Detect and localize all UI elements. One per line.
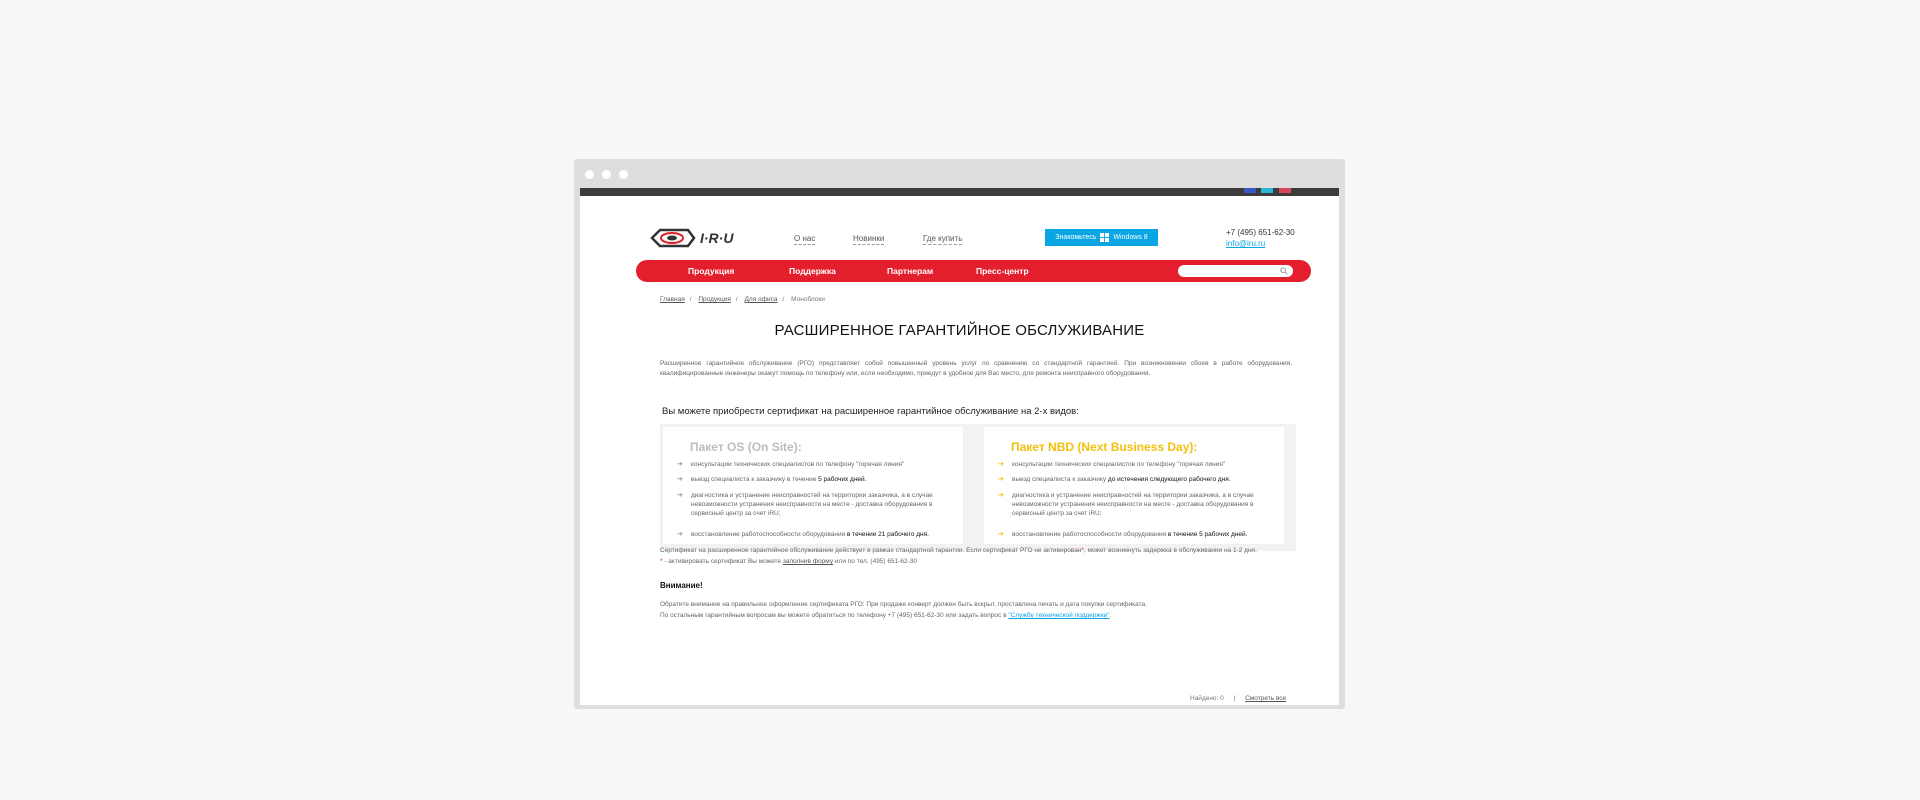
windows-icon [1100, 233, 1110, 242]
page-viewport: I·R·U О нас Новинки Где купить Знакомьте… [580, 188, 1339, 705]
arrow-icon: ➔ [998, 531, 1004, 538]
item-text: выезд специалиста к заказчику [1012, 476, 1108, 483]
list-item: ➔ выезд специалиста к заказчику в течение… [677, 475, 957, 484]
note-text: . [1109, 612, 1112, 619]
fill-form-link[interactable]: заполнив форму [783, 558, 833, 565]
item-text: восстановление работоспособности оборудо… [691, 531, 847, 538]
search-icon[interactable] [1280, 267, 1288, 275]
list-item: ➔ выезд специалиста к заказчику до истече… [998, 475, 1278, 484]
list-item: ➔ консультации технических специалистов п… [677, 460, 957, 469]
top-bar [580, 188, 1339, 196]
page-title: РАСШИРЕННОЕ ГАРАНТИЙНОЕ ОБСЛУЖИВАНИЕ [774, 322, 1145, 339]
certificate-note: Сертификат на расширенное гарантийное об… [660, 546, 1257, 555]
kz-flag-icon[interactable] [1261, 188, 1273, 193]
breadcrumb-office[interactable]: Для офиса [745, 296, 778, 303]
item-emphasis: до истечения следующего рабочего дня. [1107, 476, 1231, 483]
item-emphasis: 5 рабочих дней. [818, 476, 867, 483]
intro-text: Расширенное гарантийное обслуживание (РГ… [660, 360, 1292, 377]
uk-flag-icon[interactable] [1279, 188, 1291, 193]
item-text: восстановление работоспособности оборудо… [1012, 531, 1168, 538]
windows-btn-label: Знакомьтесь [1055, 234, 1097, 241]
package-nbd-title: Пакет NBD (Next Business Day): [1011, 440, 1198, 454]
arrow-icon: ➔ [677, 531, 683, 538]
item-text: консультации технических специалистов по… [1012, 461, 1226, 468]
breadcrumb-home[interactable]: Главная [660, 296, 685, 303]
breadcrumb-current: Моноблоки [791, 296, 825, 303]
arrow-icon: ➔ [677, 476, 683, 483]
warning-line-2: По остальным гарантийным вопросам вы мож… [660, 611, 1111, 620]
package-os-title: Пакет OS (On Site): [690, 440, 802, 454]
arrow-icon: ➔ [998, 492, 1004, 499]
packages-container: Пакет OS (On Site): ➔ консультации технич… [660, 424, 1296, 551]
note-text: или по тел. (495) 651-62-30 [833, 558, 918, 565]
item-emphasis: в течение 21 рабочего дня. [846, 531, 929, 538]
header-phone: +7 (495) 651-62-30 [1226, 228, 1295, 237]
search-results-footer: Найдено: 0 | Смотреть все [1190, 695, 1286, 702]
iru-logo[interactable]: I·R·U [650, 226, 750, 250]
ru-flag-icon[interactable] [1244, 188, 1256, 193]
note-text: Сертификат на расширенное гарантийное об… [660, 547, 1082, 554]
breadcrumb: Главная / Продукция / Для офиса / Моноблоки [660, 296, 825, 303]
nav-where-to-buy[interactable]: Где купить [923, 234, 963, 245]
item-text: выезд специалиста к заказчику в течение [691, 476, 819, 483]
main-menu: Продукция Поддержка Партнерам Пресс-цент… [636, 260, 1311, 282]
window-dot-close[interactable] [585, 170, 594, 179]
logo-text: I·R·U [700, 230, 734, 246]
list-item: ➔ восстановление работоспособности оборуд… [998, 530, 1278, 539]
menu-item-press[interactable]: Пресс-центр [976, 266, 1029, 276]
arrow-icon: ➔ [998, 461, 1004, 468]
header-email-link[interactable]: info@iru.ru [1226, 239, 1265, 248]
window-dot-minimize[interactable] [602, 170, 611, 179]
nav-about[interactable]: О нас [794, 234, 816, 245]
footer-separator: | [1233, 695, 1236, 702]
menu-item-support[interactable]: Поддержка [789, 266, 836, 276]
show-all-link[interactable]: Смотреть все [1245, 695, 1286, 702]
browser-window: I·R·U О нас Новинки Где купить Знакомьте… [574, 159, 1345, 709]
note-text: По остальным гарантийным вопросам вы мож… [660, 612, 1009, 619]
item-text: диагностика и устранение неисправностей … [691, 492, 933, 517]
item-text: консультации технических специалистов по… [691, 461, 905, 468]
package-nbd-list: ➔ консультации технических специалистов п… [998, 460, 1278, 539]
windows8-button[interactable]: Знакомьтесь Windows 8 [1045, 229, 1158, 246]
item-text: диагностика и устранение неисправностей … [1012, 492, 1254, 517]
list-item: ➔ диагностика и устранение неисправностей… [998, 491, 1278, 518]
list-item: ➔ восстановление работоспособности оборуд… [677, 530, 957, 539]
menu-item-products[interactable]: Продукция [688, 266, 734, 276]
support-link[interactable]: "Службу технической поддержки" [1008, 612, 1109, 619]
list-item: ➔ диагностика и устранение неисправностей… [677, 491, 957, 518]
window-dot-maximize[interactable] [619, 170, 628, 179]
arrow-icon: ➔ [677, 461, 683, 468]
arrow-icon: ➔ [998, 476, 1004, 483]
note-text: - активировать сертификат Вы можете [662, 558, 783, 565]
item-emphasis: в течение 5 рабочих дней. [1167, 531, 1248, 538]
nav-new[interactable]: Новинки [853, 234, 885, 245]
package-nbd-card: Пакет NBD (Next Business Day): ➔ консульт… [984, 427, 1284, 544]
package-os-card: Пакет OS (On Site): ➔ консультации технич… [663, 427, 963, 544]
search-input[interactable] [1178, 265, 1293, 277]
warning-title: Внимание! [660, 581, 703, 590]
warning-line-1: Обратите внимание на правильное оформлен… [660, 601, 1147, 608]
menu-item-partners[interactable]: Партнерам [887, 266, 933, 276]
packages-subheading: Вы можете приобрести сертификат на расши… [662, 406, 1079, 417]
windows-btn-product: Windows 8 [1113, 234, 1148, 241]
activation-note: * - активировать сертификат Вы можете за… [660, 557, 917, 566]
note-text: , может возникнуть задержка в обслуживан… [1083, 547, 1257, 554]
arrow-icon: ➔ [677, 492, 683, 499]
package-os-list: ➔ консультации технических специалистов п… [677, 460, 957, 539]
list-item: ➔ консультации технических специалистов п… [998, 460, 1278, 469]
found-count: Найдено: 0 [1190, 695, 1224, 702]
breadcrumb-products[interactable]: Продукция [698, 296, 731, 303]
